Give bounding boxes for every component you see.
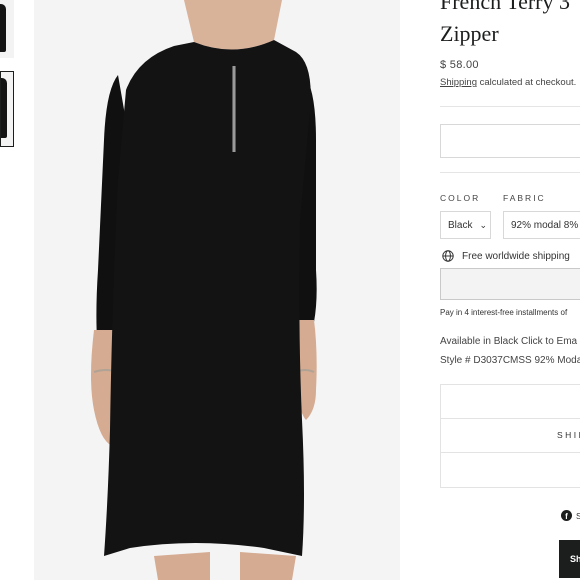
thumbnail-front[interactable] — [0, 0, 14, 58]
fabric-select[interactable]: 92% modal 8% s — [503, 211, 580, 239]
color-label: COLOR — [440, 193, 481, 203]
share-label: S — [576, 510, 580, 521]
description-line: Available in Black Click to Ema — [440, 336, 578, 347]
product-price: $ 58.00 — [440, 59, 479, 71]
installments-note: Pay in 4 interest-free installments of — [440, 308, 568, 317]
divider — [440, 106, 580, 107]
model-neck — [184, 0, 282, 50]
shipping-link[interactable]: Shipping — [440, 77, 477, 88]
accordion-label: SHIP — [557, 430, 580, 440]
dress-body — [104, 40, 311, 556]
model-legs — [154, 552, 296, 580]
fabric-select-value: 92% modal 8% s — [511, 219, 580, 231]
globe-icon — [442, 250, 454, 262]
share-facebook[interactable]: f S — [561, 510, 580, 521]
dark-button[interactable]: Sh — [559, 540, 580, 578]
color-select[interactable]: Black ⌄ — [440, 211, 491, 239]
divider — [440, 172, 580, 173]
accordion-item-shipping[interactable]: SHIP — [441, 419, 580, 453]
thumbnail-image — [1, 78, 7, 138]
facebook-icon: f — [561, 510, 572, 521]
accordion-item[interactable] — [441, 453, 580, 487]
free-shipping-badge: Free worldwide shipping — [442, 250, 570, 262]
quantity-field[interactable] — [440, 124, 580, 158]
thumbnail-image — [0, 4, 6, 52]
accordion-item[interactable] — [441, 385, 580, 419]
product-title: French Terry 3 Zipper — [440, 0, 571, 46]
free-shipping-text: Free worldwide shipping — [462, 250, 570, 262]
description-line: Style # D3037CMSS 92% Modal — [440, 355, 580, 366]
shipping-note-text: calculated at checkout. — [476, 77, 577, 88]
product-accordion: SHIP — [440, 384, 580, 488]
fabric-label: FABRIC — [503, 193, 546, 203]
chevron-down-icon: ⌄ — [479, 219, 487, 230]
add-to-cart-button[interactable] — [440, 268, 580, 300]
product-main-image — [34, 0, 400, 580]
thumbnail-back-selected[interactable] — [0, 71, 14, 147]
color-select-value: Black — [448, 219, 473, 231]
shipping-note: Shipping calculated at checkout. — [440, 77, 576, 88]
